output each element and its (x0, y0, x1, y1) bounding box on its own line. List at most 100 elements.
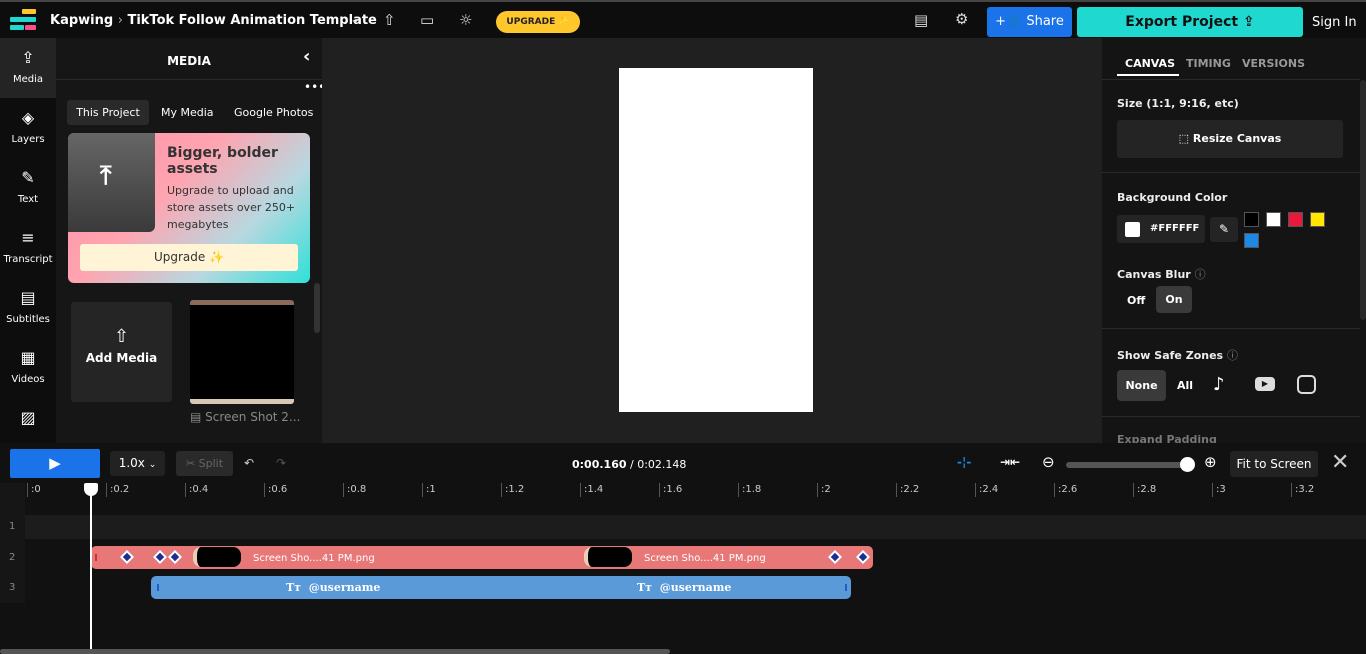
text-clip[interactable]: Tт @username Tт @username (151, 576, 851, 599)
size-label: Size (1:1, 9:16, etc) (1117, 97, 1239, 110)
playhead-handle[interactable] (84, 483, 99, 496)
keyframe-diamond[interactable] (119, 549, 135, 565)
youtube-icon[interactable]: ▶ (1255, 377, 1275, 391)
chevron-down-icon[interactable]: ⌄ (350, 12, 360, 26)
nav-item-layers[interactable]: ◈ Layers (0, 98, 56, 158)
kapwing-logo[interactable] (10, 9, 40, 31)
lightbulb-icon[interactable]: ☼ (459, 11, 472, 29)
panel-scrollbar[interactable] (1360, 80, 1366, 320)
tab-versions[interactable]: VERSIONS (1242, 57, 1305, 70)
time-tick: :2.2 (896, 483, 919, 497)
media-scrollbar[interactable] (314, 283, 320, 333)
upload-icon: ⇧ (113, 326, 130, 347)
text-clip-label: Tт @username (637, 581, 731, 594)
instagram-icon[interactable] (1297, 375, 1316, 394)
image-clip[interactable]: Screen Sho....41 PM.png Screen Sho....41… (91, 546, 873, 569)
add-media-button[interactable]: ⇧ Add Media (71, 302, 172, 402)
time-tick: :2.4 (975, 483, 998, 497)
fit-to-screen-button[interactable]: Fit to Screen (1230, 451, 1318, 477)
eyedropper-button[interactable]: ✎ (1210, 217, 1238, 242)
timeline-scrollbar[interactable] (0, 649, 670, 654)
nav-label: Media (12, 74, 44, 85)
scissors-icon: ✂ (185, 457, 196, 470)
upload-icon[interactable]: ⇧ (383, 11, 396, 29)
comments-icon[interactable]: ▤ (914, 11, 928, 29)
help-icon[interactable]: ⓘ (1195, 268, 1206, 281)
color-swatch[interactable] (1288, 212, 1303, 227)
more-options-icon[interactable]: ••• (304, 80, 322, 94)
resize-canvas-button[interactable]: ⬚ Resize Canvas (1117, 120, 1343, 158)
color-swatch[interactable] (1310, 212, 1325, 227)
background-color-field[interactable]: #FFFFFF (1117, 215, 1205, 243)
tab-canvas[interactable]: CANVAS (1125, 57, 1175, 70)
time-tick: :3.2 (1291, 483, 1314, 497)
nav-item-media[interactable]: ⇪ Media (0, 38, 56, 98)
split-button[interactable]: ✂ Split (176, 451, 233, 476)
speed-select[interactable]: 1.0x ⌄ (110, 451, 165, 476)
redo-icon[interactable]: ↷ (276, 456, 286, 470)
zoom-out-icon[interactable]: ⊖ (1042, 453, 1055, 471)
tab-my-media[interactable]: My Media (161, 106, 214, 119)
nav-item-subtitles[interactable]: ▤ Subtitles (0, 278, 56, 338)
canvas[interactable] (619, 68, 813, 412)
share-button[interactable]: +👤 Share (987, 7, 1072, 37)
keyframe-diamond[interactable] (167, 549, 183, 565)
clip-label: Screen Sho....41 PM.png (644, 553, 766, 564)
gear-icon[interactable]: ⚙ (955, 10, 968, 28)
color-swatch[interactable] (1244, 212, 1259, 227)
clip-handle-left[interactable] (157, 584, 159, 591)
close-icon[interactable]: ✕ (1331, 450, 1349, 475)
nav-item-videos[interactable]: ▦ Videos (0, 338, 56, 398)
clip-handle-left[interactable] (95, 554, 97, 561)
resize-icon: ⬚ (1178, 132, 1193, 145)
zoom-slider-handle[interactable] (1180, 457, 1195, 472)
divider (1102, 79, 1360, 80)
project-title[interactable]: TikTok Follow Animation Template (127, 13, 376, 28)
playhead[interactable] (84, 483, 99, 654)
track-1 (0, 515, 1366, 539)
brand-link[interactable]: Kapwing (50, 13, 113, 28)
collapse-chevron-icon[interactable]: ‹ (303, 46, 310, 67)
nav-item-text[interactable]: ✎ Text (0, 158, 56, 218)
promo-upgrade-button[interactable]: Upgrade ✨ (80, 244, 298, 271)
play-icon: ▶ (49, 454, 61, 472)
upgrade-button[interactable]: UPGRADE ✨ (496, 11, 580, 33)
tab-timing[interactable]: TIMING (1186, 57, 1231, 70)
zoom-in-icon[interactable]: ⊕ (1204, 453, 1217, 471)
media-item-thumbnail[interactable] (190, 300, 294, 404)
sign-in-link[interactable]: Sign In (1312, 15, 1357, 30)
clip-handle-right[interactable] (845, 584, 847, 591)
tiktok-icon[interactable]: ♪ (1213, 374, 1225, 395)
safe-zone-none-button[interactable]: None (1117, 370, 1166, 401)
keyframe-diamond[interactable] (827, 549, 843, 565)
blur-off-button[interactable]: Off (1127, 294, 1145, 307)
help-icon[interactable]: ⓘ (1227, 349, 1238, 362)
promo-body: Upgrade to upload and store assets over … (167, 184, 296, 231)
export-project-button[interactable]: Export Project ⇪ (1077, 7, 1303, 37)
blur-on-button[interactable]: On (1156, 286, 1192, 313)
media-title: MEDIA (167, 54, 211, 68)
safe-zone-all-button[interactable]: All (1177, 379, 1193, 392)
keyframe-diamond[interactable] (152, 549, 168, 565)
undo-icon[interactable]: ↶ (244, 456, 254, 470)
media-panel: MEDIA ‹ ••• This Project My Media Google… (56, 38, 322, 443)
keyframe-diamond[interactable] (855, 549, 871, 565)
time-display: 0:00.160 / 0:02.148 (572, 458, 686, 471)
play-button[interactable]: ▶ (10, 449, 100, 478)
time-tick: :1.2 (501, 483, 524, 497)
add-user-icon: +👤 (995, 14, 1027, 29)
canvas-blur-text: Canvas Blur (1117, 268, 1191, 281)
tab-this-project[interactable]: This Project (67, 100, 149, 125)
subtitles-icon[interactable]: ▭ (420, 11, 434, 29)
track-number: 3 (9, 582, 16, 593)
color-swatch[interactable] (1244, 233, 1259, 248)
snap-icon[interactable]: -¦- (957, 455, 971, 469)
zoom-slider[interactable] (1066, 462, 1188, 468)
nav-item-transcript[interactable]: ≡ Transcript (0, 218, 56, 278)
color-preview (1125, 222, 1140, 237)
chevron-down-icon: ⌄ (148, 460, 157, 470)
nav-label: Subtitles (6, 314, 50, 325)
color-swatch[interactable] (1266, 212, 1281, 227)
tab-google-photos[interactable]: Google Photos (234, 106, 313, 119)
fit-timeline-icon[interactable]: ⇥⇤ (1000, 455, 1020, 469)
